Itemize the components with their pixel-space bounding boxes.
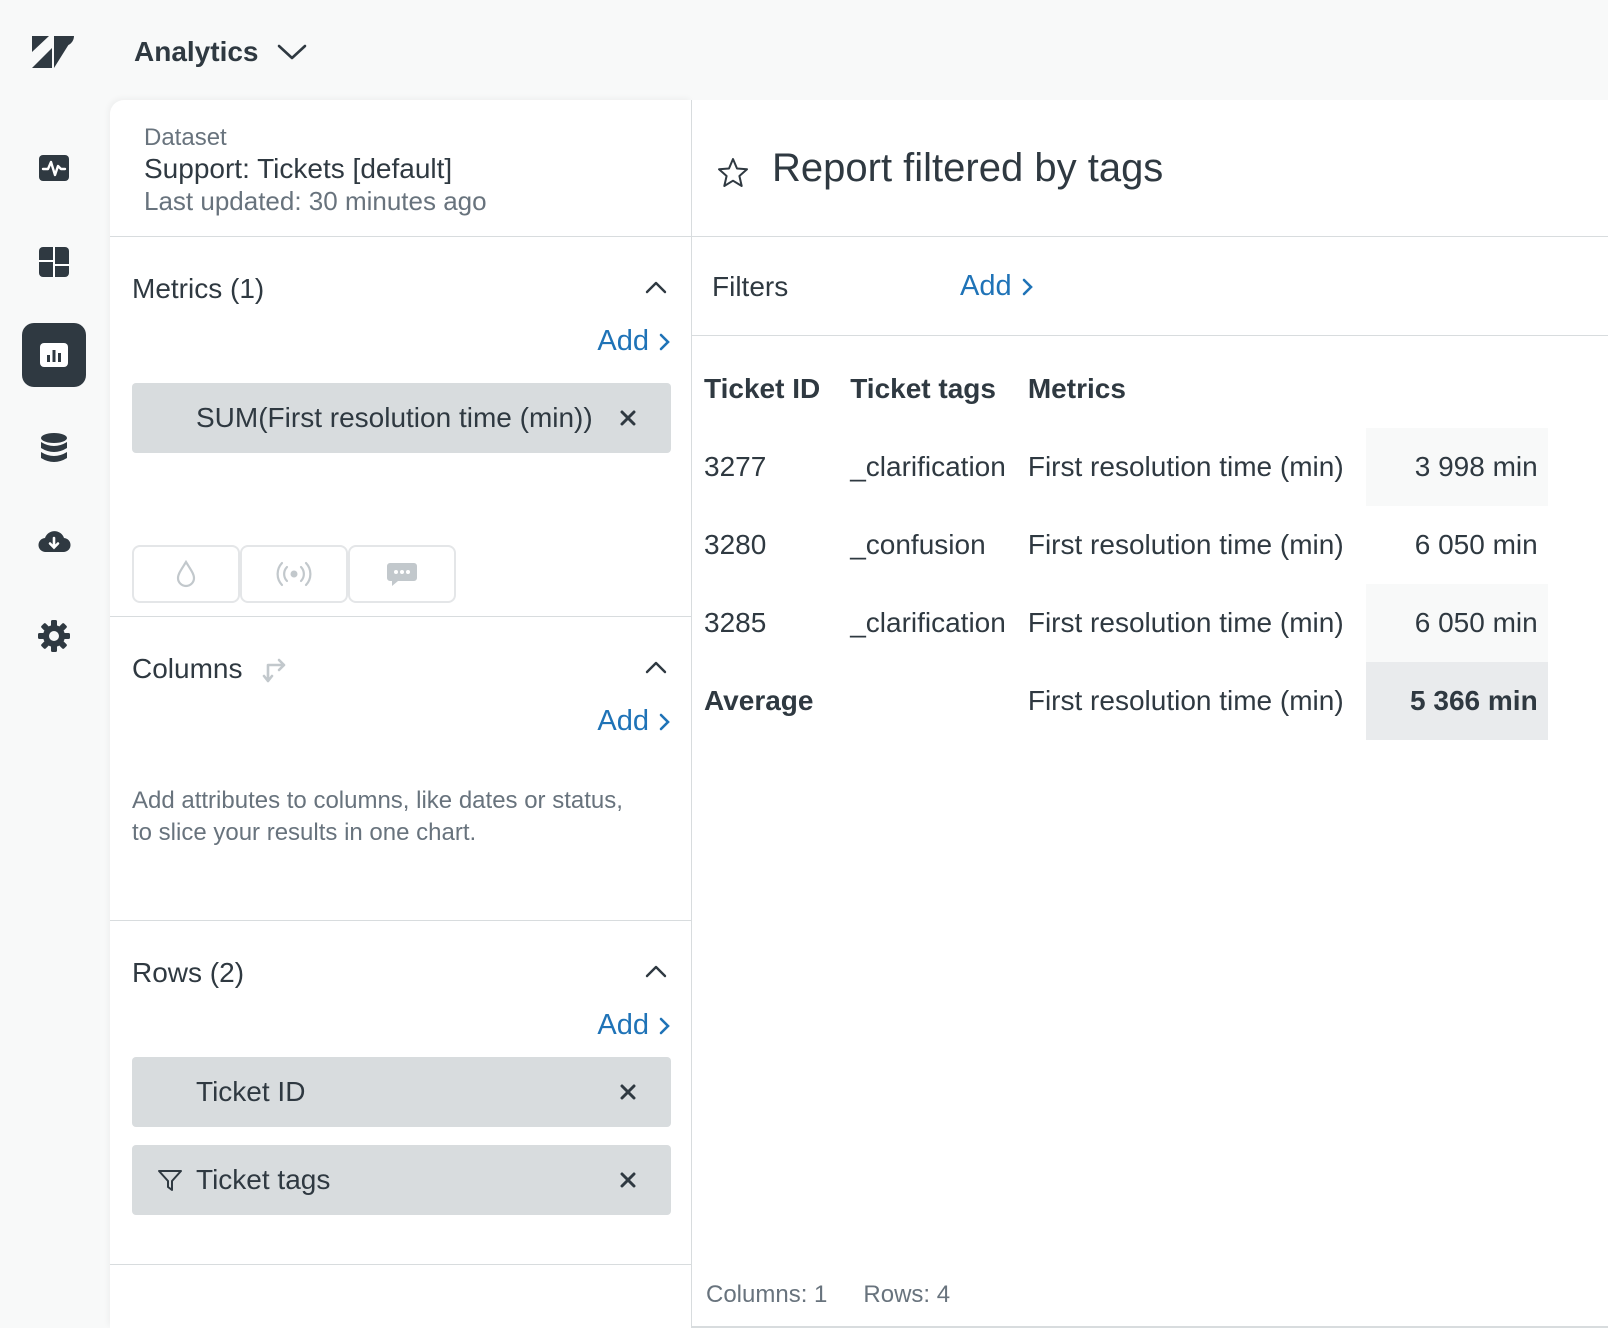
cell-ticket-id: 3277 (704, 451, 767, 482)
row-pill-label: Ticket ID (196, 1076, 306, 1107)
header-value (1366, 350, 1548, 428)
cell-metric: First resolution time (min) (1027, 451, 1344, 482)
nav-reports[interactable] (22, 323, 86, 387)
filters-bar: Filters Add (692, 237, 1608, 336)
swap-arrows-icon[interactable] (258, 653, 290, 685)
header-ticket-id[interactable]: Ticket ID (704, 350, 850, 428)
drop-icon (176, 559, 196, 588)
metric-pill-label: SUM(First resolution time (min)) (196, 402, 593, 433)
table-row: 3277 _clarification First resolution tim… (704, 428, 1548, 506)
average-metric: First resolution time (min) (1027, 685, 1344, 716)
reports-icon (40, 343, 68, 367)
cell-metric: First resolution time (min) (1027, 607, 1344, 638)
columns-title: Columns (132, 653, 243, 684)
product-switcher[interactable]: Analytics (134, 30, 307, 74)
color-button[interactable] (132, 545, 240, 603)
footer-columns-count: Columns: 1 (706, 1281, 828, 1308)
row-pill-label: Ticket tags (196, 1164, 331, 1195)
rows-section: Rows (2) Add Ticket ID Ticket tags (110, 921, 691, 1265)
star-icon[interactable] (716, 156, 750, 190)
filters-add-label: Add (960, 270, 1012, 302)
chevron-right-icon (659, 713, 670, 730)
icon-rail (0, 0, 108, 1328)
cell-value: 6 050 min (1365, 584, 1548, 662)
nav-pulse[interactable] (22, 136, 86, 200)
remove-row-icon[interactable] (619, 1083, 637, 1101)
dataset-label: Dataset (144, 124, 227, 151)
filters-label: Filters (712, 271, 789, 302)
columns-add-label: Add (597, 705, 649, 737)
row-pill-ticket-id[interactable]: Ticket ID (132, 1057, 671, 1127)
remove-row-icon[interactable] (619, 1171, 637, 1189)
speech-bubble-icon (387, 563, 417, 586)
rows-add-button[interactable]: Add (597, 1009, 671, 1042)
remove-metric-icon[interactable] (619, 409, 637, 427)
table-row: 3280 _confusion First resolution time (m… (704, 506, 1548, 584)
cell-metric: First resolution time (min) (1027, 529, 1344, 560)
average-label: Average (704, 685, 814, 716)
metrics-title: Metrics (1) (132, 273, 265, 304)
product-name: Analytics (134, 36, 259, 67)
cell-ticket-tag: _confusion (850, 529, 986, 560)
average-row: Average First resolution time (min) 5 36… (704, 662, 1548, 740)
header-metrics[interactable]: Metrics (1028, 350, 1366, 428)
report-panel: Report filtered by tags Filters Add Tick… (692, 100, 1608, 1328)
average-value: 5 366 min (1365, 662, 1548, 740)
filter-icon[interactable] (156, 1166, 184, 1194)
chevron-right-icon (659, 1017, 670, 1034)
dataset-updated: Last updated: 30 minutes ago (144, 186, 487, 216)
columns-add-button[interactable]: Add (597, 705, 671, 738)
cell-value: 3 998 min (1365, 428, 1548, 506)
broadcast-icon (276, 561, 312, 587)
chevron-right-icon (1022, 278, 1033, 295)
cell-ticket-tag: _clarification (850, 451, 1006, 482)
cell-ticket-tag: _clarification (850, 607, 1006, 638)
dashboard-icon (39, 247, 69, 277)
nav-dashboards[interactable] (22, 230, 86, 294)
chevron-right-icon (659, 333, 670, 350)
header-ticket-tags[interactable]: Ticket tags (850, 350, 1028, 428)
dataset-name: Support: Tickets [default] (144, 153, 453, 184)
table-row: 3285 _clarification First resolution tim… (704, 584, 1548, 662)
signal-button[interactable] (240, 545, 348, 603)
rows-add-label: Add (597, 1009, 649, 1041)
nav-datasets[interactable] (22, 416, 86, 480)
columns-hint: Add attributes to columns, like dates or… (132, 787, 623, 846)
cell-ticket-id: 3285 (704, 607, 767, 638)
chevron-down-icon (277, 44, 306, 60)
comment-button[interactable] (348, 545, 456, 603)
metrics-section: Metrics (1) Add SUM(First resolution tim… (110, 237, 691, 617)
pulse-icon (39, 155, 69, 181)
footer-rows-count: Rows: 4 (863, 1281, 951, 1308)
chart-type-buttons (132, 545, 456, 603)
columns-title-wrap: Columns (132, 653, 290, 685)
query-config-panel: Dataset Support: Tickets [default] Last … (110, 100, 692, 1328)
metric-pill[interactable]: SUM(First resolution time (min)) (132, 383, 671, 453)
cell-value: 6 050 min (1414, 529, 1538, 560)
collapse-metrics-chevron-icon[interactable] (643, 277, 669, 297)
dataset-info: Dataset Support: Tickets [default] Last … (110, 100, 691, 237)
metrics-add-label: Add (597, 325, 649, 357)
database-icon (41, 433, 67, 462)
row-pill-ticket-tags[interactable]: Ticket tags (132, 1145, 671, 1215)
filters-add-button[interactable]: Add (960, 270, 1034, 303)
zendesk-logo-icon[interactable] (30, 34, 76, 70)
report-table: Ticket ID Ticket tags Metrics 3277 _clar… (704, 350, 1548, 740)
report-title-bar: Report filtered by tags (692, 100, 1608, 237)
report-title[interactable]: Report filtered by tags (772, 146, 1163, 191)
cell-ticket-id: 3280 (704, 529, 767, 560)
report-footer: Columns: 1 Rows: 4 (706, 1268, 950, 1322)
nav-settings[interactable] (22, 604, 86, 668)
collapse-columns-chevron-icon[interactable] (643, 657, 669, 677)
nav-downloads[interactable] (22, 510, 86, 574)
cloud-download-icon (38, 531, 71, 553)
metrics-add-button[interactable]: Add (597, 325, 671, 358)
average-empty-cell (850, 662, 1028, 740)
rows-title: Rows (2) (132, 957, 245, 988)
gear-icon (38, 620, 70, 652)
table-header-row: Ticket ID Ticket tags Metrics (704, 350, 1548, 428)
columns-section: Columns Add Add attributes to columns, l… (110, 617, 691, 921)
collapse-rows-chevron-icon[interactable] (643, 961, 669, 981)
